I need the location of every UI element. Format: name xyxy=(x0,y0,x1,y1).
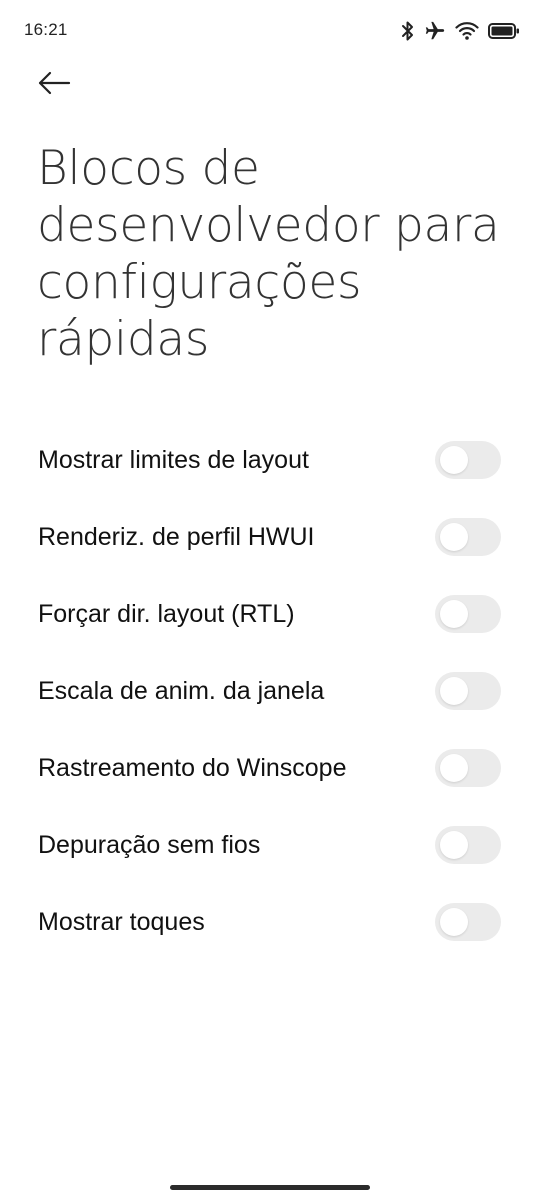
wifi-icon xyxy=(455,21,479,41)
toggle-switch[interactable] xyxy=(435,672,501,710)
toggle-knob xyxy=(440,600,468,628)
toggle-knob xyxy=(440,831,468,859)
setting-row-force-rtl-layout[interactable]: Forçar dir. layout (RTL) xyxy=(0,576,540,653)
setting-row-winscope-trace[interactable]: Rastreamento do Winscope xyxy=(0,730,540,807)
setting-row-show-taps[interactable]: Mostrar toques xyxy=(0,884,540,961)
setting-label: Rastreamento do Winscope xyxy=(38,754,347,782)
toggle-knob xyxy=(440,523,468,551)
toggle-knob xyxy=(440,677,468,705)
toggle-switch[interactable] xyxy=(435,749,501,787)
setting-label: Escala de anim. da janela xyxy=(38,677,325,705)
arrow-left-icon xyxy=(37,71,71,100)
setting-label: Depuração sem fios xyxy=(38,831,261,859)
setting-row-hwui-profile-rendering[interactable]: Renderiz. de perfil HWUI xyxy=(0,499,540,576)
bluetooth-icon xyxy=(401,20,415,42)
setting-row-wireless-debugging[interactable]: Depuração sem fios xyxy=(0,807,540,884)
page-title: Blocos de desenvolvedor para configuraçõ… xyxy=(37,141,500,367)
toggle-switch[interactable] xyxy=(435,826,501,864)
back-button[interactable] xyxy=(30,64,78,106)
battery-icon xyxy=(488,22,520,40)
status-icons xyxy=(401,18,520,44)
toggle-switch[interactable] xyxy=(435,903,501,941)
setting-label: Renderiz. de perfil HWUI xyxy=(38,523,315,551)
toggle-knob xyxy=(440,754,468,782)
toggle-switch[interactable] xyxy=(435,595,501,633)
toggle-knob xyxy=(440,446,468,474)
setting-row-show-layout-bounds[interactable]: Mostrar limites de layout xyxy=(0,422,540,499)
toggle-switch[interactable] xyxy=(435,441,501,479)
setting-label: Mostrar toques xyxy=(38,908,205,936)
setting-label: Mostrar limites de layout xyxy=(38,446,309,474)
status-time: 16:21 xyxy=(24,20,68,39)
toggle-switch[interactable] xyxy=(435,518,501,556)
status-bar: 16:21 xyxy=(0,0,540,64)
airplane-icon xyxy=(424,20,446,42)
setting-label: Forçar dir. layout (RTL) xyxy=(38,600,295,628)
home-indicator[interactable] xyxy=(170,1185,370,1190)
setting-row-window-animation-scale[interactable]: Escala de anim. da janela xyxy=(0,653,540,730)
toggle-knob xyxy=(440,908,468,936)
settings-list: Mostrar limites de layout Renderiz. de p… xyxy=(0,422,540,961)
